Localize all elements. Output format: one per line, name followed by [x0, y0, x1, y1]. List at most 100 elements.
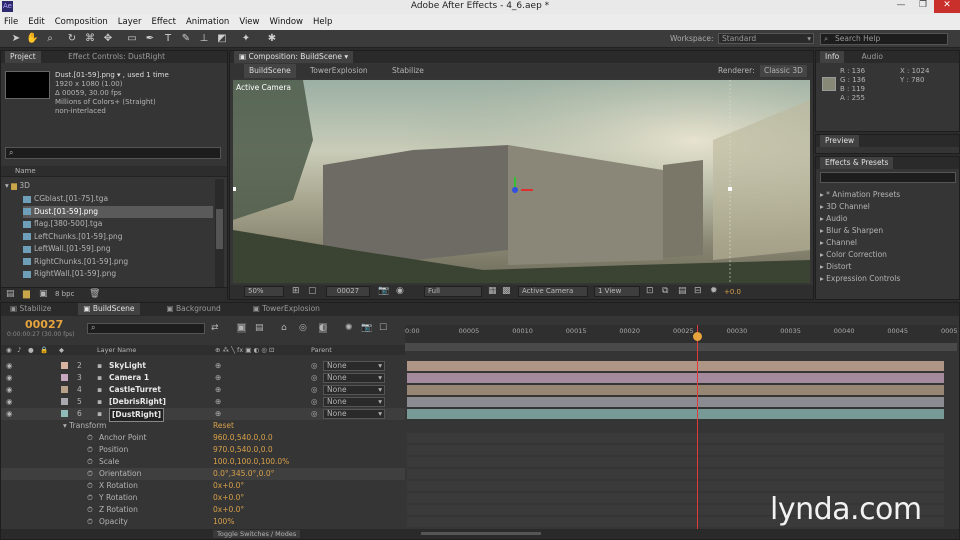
effects-category[interactable]: ▸ Blur & Sharpen	[820, 225, 883, 237]
tab-effects-presets[interactable]: Effects & Presets	[820, 157, 894, 169]
trash-icon[interactable]: 🗑	[89, 289, 100, 299]
property-track[interactable]	[407, 433, 944, 443]
resolution-dropdown[interactable]: Full	[424, 286, 482, 297]
hand-tool-icon[interactable]: ✋	[26, 33, 38, 45]
menu-effect[interactable]: Effect	[152, 17, 176, 27]
flowchart-icon[interactable]: ⊟	[694, 286, 702, 296]
playhead-line[interactable]	[697, 325, 698, 535]
project-item[interactable]: flag.[380-500].tga	[23, 218, 213, 230]
tab-project[interactable]: Project	[5, 51, 41, 63]
stopwatch-icon[interactable]: ⏱	[87, 504, 93, 516]
brainstorm-icon[interactable]: ✺	[345, 323, 353, 333]
parent-header[interactable]: Parent	[311, 345, 332, 355]
layer-duration-bar[interactable]	[407, 409, 944, 419]
project-item[interactable]: Dust.[01-59].png	[23, 205, 213, 218]
selection-tool-icon[interactable]: ➤	[10, 33, 22, 45]
timeline-tab[interactable]: ▣ Stabilize	[5, 303, 56, 315]
layer-name[interactable]: SkyLight	[109, 360, 146, 372]
zoom-slider[interactable]	[421, 532, 541, 535]
work-area-bar[interactable]	[405, 343, 957, 351]
project-item[interactable]: LeftWall.[01-59].png	[23, 243, 213, 255]
effects-category[interactable]: ▸ Color Correction	[820, 249, 887, 261]
label-color-swatch[interactable]	[61, 386, 68, 393]
tab-effect-controls[interactable]: Effect Controls: DustRight	[63, 51, 170, 63]
parent-dropdown[interactable]: None ▾	[323, 373, 385, 383]
folder-3d[interactable]: ▾ ▆ 3D	[5, 180, 30, 192]
effects-category[interactable]: ▸ Distort	[820, 261, 851, 273]
property-track[interactable]	[407, 457, 944, 467]
interpret-footage-icon[interactable]: ▤	[6, 289, 15, 299]
timeline-icon[interactable]: ▤	[678, 286, 687, 296]
layer-name[interactable]: Camera 1	[109, 372, 149, 384]
camera-icon[interactable]: 📷	[361, 323, 372, 333]
exposure-icon[interactable]: ✹	[710, 286, 718, 296]
layer-row[interactable]: ◉ 3 ▪ Camera 1 ⊕ ◎ None ▾	[1, 372, 405, 384]
parent-dropdown[interactable]: None ▾	[323, 385, 385, 395]
property-track[interactable]	[407, 469, 944, 479]
toggle-switches-button[interactable]: Toggle Switches / Modes	[213, 530, 301, 538]
property-value[interactable]: 100.0,100.0,100.0%	[213, 456, 289, 468]
effects-category[interactable]: ▸ Expression Controls	[820, 273, 900, 285]
menu-help[interactable]: Help	[313, 17, 332, 27]
shy-switch-icon[interactable]: ⊕	[215, 372, 221, 384]
layer-name-header[interactable]: Layer Name	[97, 345, 136, 355]
region-icon[interactable]: ▦	[488, 286, 497, 296]
property-value[interactable]: 100%	[213, 516, 234, 528]
property-value[interactable]: 0x+0.0°	[213, 480, 244, 492]
shy-switch-icon[interactable]: ⊕	[215, 384, 221, 396]
project-item[interactable]: LeftChunks.[01-59].png	[23, 231, 213, 243]
parent-pickwhip-icon[interactable]: ◎	[311, 408, 318, 420]
layer-duration-bar[interactable]	[407, 385, 944, 395]
bpc-label[interactable]: 8 bpc	[55, 290, 74, 298]
breadcrumb-towerexplosion[interactable]: TowerExplosion	[310, 64, 368, 78]
layer-duration-bar[interactable]	[407, 361, 944, 371]
effects-search-input[interactable]	[820, 172, 956, 183]
solo-icon[interactable]: ☐	[379, 323, 387, 333]
stopwatch-icon[interactable]: ⏱	[87, 492, 93, 504]
type-tool-icon[interactable]: T	[162, 33, 174, 45]
transform-reset-link[interactable]: Reset	[213, 420, 234, 432]
new-folder-icon[interactable]: ▆	[23, 289, 30, 299]
channel-icon[interactable]: ◉	[396, 286, 404, 296]
menu-layer[interactable]: Layer	[118, 17, 142, 27]
property-value[interactable]: 960.0,540.0,0.0	[213, 432, 273, 444]
draft-3d-icon[interactable]: ▣	[237, 323, 246, 333]
layer-duration-bar[interactable]	[407, 373, 944, 383]
transform-property[interactable]: ⏱ Z Rotation 0x+0.0°	[1, 504, 405, 516]
layer-row[interactable]: ◉ 5 ▪ [DebrisRight] ⊕ ◎ None ▾	[1, 396, 405, 408]
eraser-tool-icon[interactable]: ◩	[216, 33, 228, 45]
pan-behind-tool-icon[interactable]: ✥	[102, 33, 114, 45]
snapshot-icon[interactable]: 📷	[378, 286, 389, 296]
minimize-icon[interactable]: —	[890, 0, 912, 13]
brush-tool-icon[interactable]: ✎	[180, 33, 192, 45]
fast-preview-icon[interactable]: ⧉	[662, 286, 668, 296]
time-ruler[interactable]: 0:00 00005 00010 00015 00020 00025 00030 00035 0…	[405, 325, 958, 343]
menu-composition[interactable]: Composition	[55, 17, 108, 27]
property-track[interactable]	[407, 481, 944, 491]
parent-dropdown[interactable]: None ▾	[323, 409, 385, 419]
layer-row[interactable]: ◉ 4 ▪ CastleTurret ⊕ ◎ None ▾	[1, 384, 405, 396]
workspace-dropdown[interactable]: Standard ▾	[718, 33, 814, 44]
project-search-input[interactable]: ⌕	[5, 147, 221, 159]
rotate-tool-icon[interactable]: ↻	[66, 33, 78, 45]
project-item[interactable]: CGblast.[01-75].tga	[23, 193, 213, 205]
zoom-dropdown[interactable]: 50%	[244, 286, 284, 297]
eye-icon[interactable]: ◉	[6, 408, 13, 420]
timeline-tab[interactable]: ▣ Background	[162, 303, 226, 315]
effects-category[interactable]: ▸ Audio	[820, 213, 847, 225]
view-layout-dropdown[interactable]: 1 View	[594, 286, 640, 297]
menu-view[interactable]: View	[239, 17, 259, 27]
layer-row[interactable]: ◉ 6 ▪ [DustRight] ⊕ ◎ None ▾	[1, 408, 405, 422]
parent-pickwhip-icon[interactable]: ◎	[311, 360, 318, 372]
toggle-pixel-icon[interactable]: ⊡	[646, 286, 654, 296]
shy-switch-icon[interactable]: ⊕	[215, 408, 221, 420]
eye-icon[interactable]: ◉	[6, 384, 13, 396]
layer-duration-bar[interactable]	[407, 397, 944, 407]
timeline-search-input[interactable]: ⌕	[87, 323, 205, 334]
parent-pickwhip-icon[interactable]: ◎	[311, 396, 318, 408]
transform-group[interactable]: ▾ Transform	[63, 420, 106, 432]
tab-composition[interactable]: ▣ Composition: BuildScene ▾	[234, 51, 354, 63]
tab-preview[interactable]: Preview	[820, 135, 860, 147]
transform-property[interactable]: ⏱ Y Rotation 0x+0.0°	[1, 492, 405, 504]
graph-editor-icon[interactable]: ◐	[319, 323, 327, 333]
